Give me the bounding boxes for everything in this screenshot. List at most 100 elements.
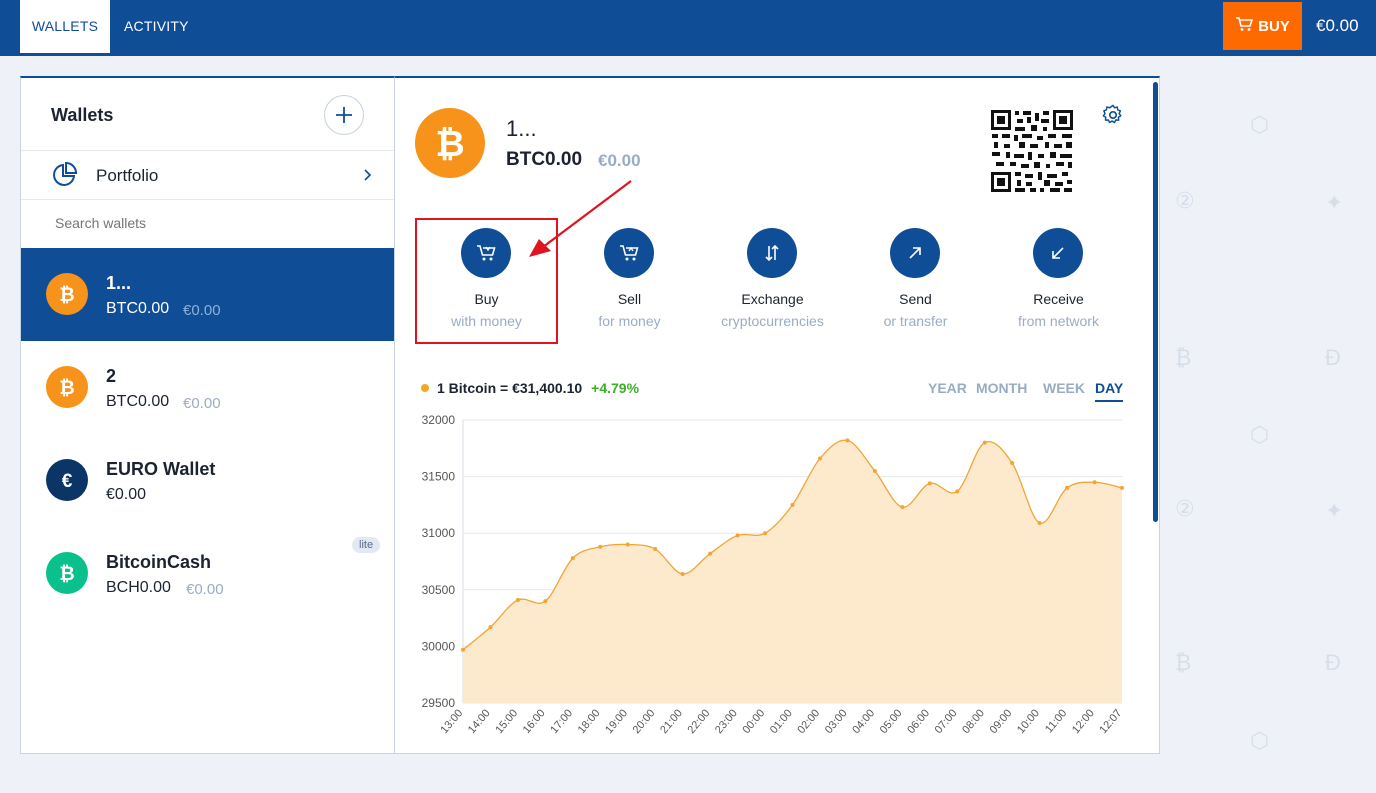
- data-point: [461, 647, 465, 652]
- send-action-button[interactable]: Send or transfer: [844, 228, 987, 348]
- wallet-fiat-balance: €0.00: [598, 151, 641, 170]
- add-wallet-button[interactable]: [324, 95, 364, 135]
- bitcoin-icon: ₿: [46, 273, 88, 315]
- data-point: [872, 468, 877, 473]
- action-subtitle: or transfer: [883, 313, 948, 329]
- data-point: [653, 547, 658, 552]
- data-point: [543, 599, 548, 604]
- wallet-item-1[interactable]: ₿ 1... BTC0.00 €0.00: [21, 248, 394, 341]
- x-tick-label: 18:00: [576, 707, 603, 736]
- data-point: [763, 531, 768, 536]
- search-wallets-input[interactable]: [55, 215, 355, 231]
- x-tick-label: 04:00: [850, 707, 877, 736]
- data-point: [1010, 461, 1015, 466]
- y-tick-label: 30000: [422, 639, 456, 653]
- x-tick-label: 00:00: [740, 707, 767, 736]
- wallet-item-2[interactable]: ₿ 2 BTC0.00 €0.00: [21, 341, 394, 434]
- buy-button-label: BUY: [1258, 17, 1290, 35]
- x-tick-label: 16:00: [521, 707, 548, 736]
- wallet-name: BitcoinCash: [106, 552, 212, 572]
- x-tick-label: 02:00: [795, 707, 822, 736]
- receive-action-button[interactable]: Receive from network: [987, 228, 1130, 348]
- action-title: Sell: [617, 291, 642, 307]
- data-point: [1037, 521, 1042, 526]
- data-point: [1120, 485, 1124, 490]
- action-subtitle: for money: [598, 313, 661, 329]
- bitcoin-icon: ₿: [415, 108, 485, 178]
- bitcoin-cash-icon: ₿: [46, 552, 88, 594]
- x-tick-label: 20:00: [631, 707, 658, 736]
- y-tick-label: 29500: [422, 696, 456, 710]
- wallet-title: 1...: [506, 116, 537, 141]
- dogecoin-deco-icon: Đ: [1325, 650, 1341, 675]
- wallet-fiat-balance: €0.00: [183, 302, 221, 319]
- action-subtitle: cryptocurrencies: [721, 313, 824, 329]
- wallet-item-euro[interactable]: € EURO Wallet €0.00: [21, 434, 394, 527]
- action-title: Receive: [1033, 291, 1084, 307]
- data-point: [955, 489, 960, 494]
- data-point: [900, 505, 905, 510]
- total-balance: €0.00: [1316, 16, 1359, 35]
- period-month[interactable]: MONTH: [976, 380, 1027, 396]
- svg-text:€: €: [62, 471, 73, 491]
- exchange-action-button[interactable]: Exchange cryptocurrencies: [701, 228, 844, 348]
- wallet-balance: BTC0.00: [506, 149, 583, 170]
- period-week[interactable]: WEEK: [1043, 380, 1085, 396]
- action-title: Send: [899, 291, 932, 307]
- y-tick-label: 31500: [422, 470, 456, 484]
- wallets-panel: Wallets Portfolio ₿ 1... BTC0.00 €0.00 ₿…: [20, 76, 395, 754]
- data-point: [625, 542, 630, 547]
- chevron-right-icon: [363, 167, 373, 188]
- y-tick-label: 31000: [422, 526, 456, 540]
- wallet-name: 1...: [106, 273, 132, 293]
- x-tick-label: 05:00: [878, 707, 905, 736]
- portfolio-link[interactable]: Portfolio: [21, 150, 394, 200]
- data-point: [570, 556, 575, 561]
- wallet-name: 2: [106, 366, 117, 386]
- price-summary: 1 Bitcoin = €31,400.10 +4.79%: [421, 380, 639, 396]
- x-tick-label: 21:00: [658, 707, 685, 736]
- wallet-fiat-balance: €0.00: [183, 395, 221, 412]
- gear-icon[interactable]: [1102, 104, 1124, 126]
- portfolio-label: Portfolio: [96, 166, 159, 185]
- x-tick-label: 12:00: [1070, 707, 1097, 736]
- euro-icon: €: [46, 459, 88, 501]
- data-point: [488, 625, 493, 630]
- period-year[interactable]: YEAR: [928, 380, 967, 396]
- sparkle-icon: ✦: [1325, 498, 1344, 523]
- tab-activity[interactable]: ACTIVITY: [124, 0, 188, 56]
- buy-button[interactable]: BUY: [1223, 2, 1302, 50]
- x-tick-label: 23:00: [713, 707, 740, 736]
- x-tick-label: 13:00: [438, 707, 465, 736]
- x-tick-label: 06:00: [905, 707, 932, 736]
- plus-icon: [336, 107, 352, 123]
- cube-icon: ⬡: [1250, 728, 1270, 753]
- x-tick-label: 14:00: [466, 707, 493, 736]
- wallet-name: EURO Wallet: [106, 459, 216, 479]
- data-point: [598, 544, 603, 549]
- data-point: [927, 481, 932, 486]
- dogecoin-deco-icon: Đ: [1325, 345, 1341, 370]
- y-tick-label: 32000: [422, 413, 456, 427]
- top-navigation-bar: WALLETS ACTIVITY BUY €0.00: [0, 0, 1376, 56]
- qr-code-icon[interactable]: [990, 109, 1074, 193]
- wallet-balance: €0.00: [106, 486, 147, 503]
- wallet-balance: BCH0.00: [106, 579, 171, 596]
- wallet-fiat-balance: €0.00: [186, 581, 224, 598]
- data-point: [1092, 480, 1097, 485]
- wallet-item-bitcoincash[interactable]: lite ₿ BitcoinCash BCH0.00 €0.00: [21, 527, 394, 620]
- y-tick-label: 30500: [422, 583, 456, 597]
- price-area: [463, 440, 1122, 703]
- arrow-up-right-icon: [890, 228, 940, 278]
- annotation-arrow-icon: [529, 180, 632, 257]
- exchange-arrows-icon: [747, 228, 797, 278]
- lite-badge: lite: [352, 537, 381, 553]
- svg-text:₿: ₿: [59, 564, 74, 584]
- tab-wallets[interactable]: WALLETS: [20, 0, 110, 56]
- coin-icon: ②: [1175, 188, 1195, 213]
- x-tick-label: 19:00: [603, 707, 630, 736]
- sparkle-icon: ✦: [1325, 190, 1344, 215]
- period-day[interactable]: DAY: [1095, 380, 1124, 402]
- wallet-detail-panel: ₿ 1... BTC0.00 €0.00 Buy with money Sell…: [394, 76, 1160, 754]
- x-tick-label: 08:00: [960, 707, 987, 736]
